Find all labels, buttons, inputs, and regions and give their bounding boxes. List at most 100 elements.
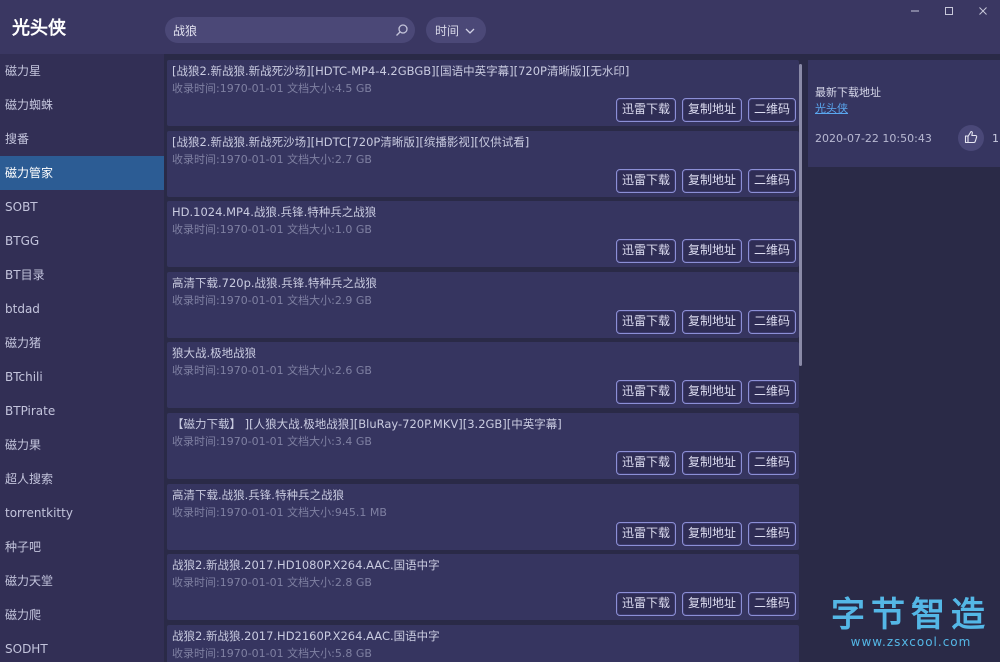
result-actions: 迅雷下载 复制地址 二维码 [615, 592, 796, 616]
result-title: 高清下载.战狼.兵锋.特种兵之战狼 [172, 488, 344, 502]
result-meta: 收录时间:1970-01-01 文档大小:1.0 GB [172, 223, 372, 236]
result-title: 【磁力下载】 ][人狼大战.极地战狼][BluRay-720P.MKV][3.2… [172, 417, 562, 431]
thunder-download-button[interactable]: 迅雷下载 [615, 310, 676, 334]
result-card: 战狼2.新战狼.2017.HD2160P.X264.AAC.国语中字 收录时间:1… [167, 625, 799, 662]
result-meta: 收录时间:1970-01-01 文档大小:4.5 GB [172, 82, 372, 95]
app-title: 光头侠 [12, 18, 66, 39]
result-meta: 收录时间:1970-01-01 文档大小:2.8 GB [172, 576, 372, 589]
sidebar-item[interactable]: BTPirate [0, 394, 164, 428]
sidebar-item[interactable]: 磁力蜘蛛 [0, 88, 164, 122]
results-list: [战狼2.新战狼.新战死沙场][HDTC-MP4-4.2GBGB][国语中英字幕… [166, 60, 802, 662]
result-meta: 收录时间:1970-01-01 文档大小:2.9 GB [172, 294, 372, 307]
result-actions: 迅雷下载 复制地址 二维码 [615, 98, 796, 122]
result-card: HD.1024.MP4.战狼.兵锋.特种兵之战狼 收录时间:1970-01-01 … [167, 201, 799, 267]
close-icon[interactable] [966, 0, 1000, 22]
copy-address-button[interactable]: 复制地址 [681, 169, 742, 193]
result-card: 【磁力下载】 ][人狼大战.极地战狼][BluRay-720P.MKV][3.2… [167, 413, 799, 479]
result-title: 高清下载.720p.战狼.兵锋.特种兵之战狼 [172, 276, 377, 290]
like-button[interactable] [958, 125, 984, 151]
copy-address-button[interactable]: 复制地址 [681, 592, 742, 616]
watermark-logo: 字节智造 www.zsxcool.com [826, 596, 996, 650]
latest-download-panel: 最新下载地址 光头侠 2020-07-22 10:50:43 1 [808, 60, 1000, 167]
sidebar-item[interactable]: 磁力猪 [0, 326, 164, 360]
sidebar-item[interactable]: 磁力爬 [0, 598, 164, 632]
app-window: 光头侠 时间 [0, 0, 1000, 662]
copy-address-button[interactable]: 复制地址 [681, 239, 742, 263]
result-actions: 迅雷下载 复制地址 二维码 [615, 239, 796, 263]
maximize-icon[interactable] [932, 0, 966, 22]
thunder-download-button[interactable]: 迅雷下载 [615, 239, 676, 263]
thunder-download-button[interactable]: 迅雷下载 [615, 380, 676, 404]
thunder-download-button[interactable]: 迅雷下载 [615, 522, 676, 546]
panel-date: 2020-07-22 10:50:43 [815, 132, 932, 145]
sidebar-item[interactable]: SODHT [0, 632, 164, 662]
sidebar-item[interactable]: 磁力管家 [0, 156, 164, 190]
result-meta: 收录时间:1970-01-01 文档大小:2.7 GB [172, 153, 372, 166]
sort-select-value: 时间 [435, 23, 460, 38]
watermark-url: www.zsxcool.com [850, 635, 972, 649]
result-meta: 收录时间:1970-01-01 文档大小:945.1 MB [172, 506, 387, 519]
sidebar-item[interactable]: 磁力天堂 [0, 564, 164, 598]
qrcode-button[interactable]: 二维码 [747, 239, 796, 263]
search-input[interactable] [165, 17, 389, 43]
qrcode-button[interactable]: 二维码 [747, 98, 796, 122]
window-controls [898, 0, 1000, 22]
result-actions: 迅雷下载 复制地址 二维码 [615, 451, 796, 475]
thunder-download-button[interactable]: 迅雷下载 [615, 169, 676, 193]
sidebar-item[interactable]: 超人搜索 [0, 462, 164, 496]
result-meta: 收录时间:1970-01-01 文档大小:3.4 GB [172, 435, 372, 448]
watermark-text: 字节智造 [831, 595, 991, 635]
qrcode-button[interactable]: 二维码 [747, 451, 796, 475]
search-box [165, 17, 415, 43]
copy-address-button[interactable]: 复制地址 [681, 380, 742, 404]
thunder-download-button[interactable]: 迅雷下载 [615, 98, 676, 122]
sidebar-item[interactable]: btdad [0, 292, 164, 326]
minimize-icon[interactable] [898, 0, 932, 22]
qrcode-button[interactable]: 二维码 [747, 592, 796, 616]
copy-address-button[interactable]: 复制地址 [681, 310, 742, 334]
result-meta: 收录时间:1970-01-01 文档大小:5.8 GB [172, 647, 372, 660]
chevron-down-icon [465, 23, 475, 37]
copy-address-button[interactable]: 复制地址 [681, 451, 742, 475]
sidebar-item[interactable]: SOBT [0, 190, 164, 224]
sidebar-item[interactable]: 种子吧 [0, 530, 164, 564]
sidebar-item[interactable]: BTGG [0, 224, 164, 258]
result-card: [战狼2.新战狼.新战死沙场][HDTC-MP4-4.2GBGB][国语中英字幕… [167, 60, 799, 126]
sidebar-item[interactable]: BTchili [0, 360, 164, 394]
result-meta: 收录时间:1970-01-01 文档大小:2.6 GB [172, 364, 372, 377]
qrcode-button[interactable]: 二维码 [747, 310, 796, 334]
qrcode-button[interactable]: 二维码 [747, 169, 796, 193]
sidebar-item[interactable]: torrentkitty [0, 496, 164, 530]
title-bar: 光头侠 时间 [0, 0, 1000, 54]
copy-address-button[interactable]: 复制地址 [681, 98, 742, 122]
sort-select[interactable]: 时间 [426, 17, 486, 43]
result-title: 战狼2.新战狼.2017.HD2160P.X264.AAC.国语中字 [172, 629, 440, 643]
sidebar-item[interactable]: BT目录 [0, 258, 164, 292]
thumbs-up-icon [964, 129, 978, 148]
panel-label: 最新下载地址 [815, 86, 881, 99]
sidebar-item[interactable]: 磁力果 [0, 428, 164, 462]
result-actions: 迅雷下载 复制地址 二维码 [615, 310, 796, 334]
thunder-download-button[interactable]: 迅雷下载 [615, 451, 676, 475]
result-title: [战狼2.新战狼.新战死沙场][HDTC[720P清晰版][缤播影视][仅供试看… [172, 135, 530, 149]
qrcode-button[interactable]: 二维码 [747, 522, 796, 546]
result-card: 狼大战.极地战狼收录时间:1970-01-01 文档大小:2.6 GB 迅雷下载复… [167, 342, 799, 408]
result-title: HD.1024.MP4.战狼.兵锋.特种兵之战狼 [172, 205, 377, 219]
result-title: 战狼2.新战狼.2017.HD1080P.X264.AAC.国语中字 [172, 558, 440, 572]
result-actions: 迅雷下载 复制地址 二维码 [615, 522, 796, 546]
search-icon[interactable] [389, 17, 415, 43]
thunder-download-button[interactable]: 迅雷下载 [615, 592, 676, 616]
result-title: 狼大战.极地战狼 [172, 346, 257, 360]
result-card: 高清下载.战狼.兵锋.特种兵之战狼收录时间:1970-01-01 文档大小:94… [167, 484, 799, 550]
result-card: [战狼2.新战狼.新战死沙场][HDTC[720P清晰版][缤播影视][仅供试看… [167, 131, 799, 197]
sidebar-item[interactable]: 搜番 [0, 122, 164, 156]
qrcode-button[interactable]: 二维码 [747, 380, 796, 404]
result-actions: 迅雷下载 复制地址 二维码 [615, 169, 796, 193]
sidebar: 磁力星 磁力蜘蛛 搜番 磁力管家 SOBT BTGG BT目录 btdad 磁力猪 BTchili… [0, 54, 164, 662]
result-actions: 迅雷下载 复制地址 二维码 [615, 380, 796, 404]
results-scrollbar[interactable] [799, 64, 802, 366]
panel-link[interactable]: 光头侠 [815, 100, 848, 116]
result-title: [战狼2.新战狼.新战死沙场][HDTC-MP4-4.2GBGB][国语中英字幕… [172, 64, 630, 78]
copy-address-button[interactable]: 复制地址 [681, 522, 742, 546]
sidebar-item[interactable]: 磁力星 [0, 54, 164, 88]
